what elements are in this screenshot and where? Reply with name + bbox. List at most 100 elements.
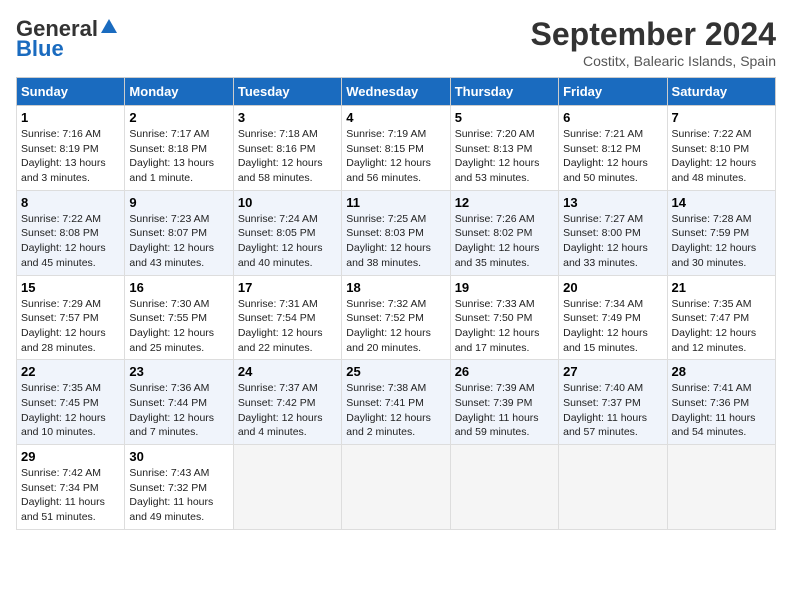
day-detail: Sunrise: 7:19 AMSunset: 8:15 PMDaylight:… (346, 128, 431, 184)
calendar-cell: 21 Sunrise: 7:35 AMSunset: 7:47 PMDayligh… (667, 275, 775, 360)
day-number: 21 (672, 280, 771, 295)
subtitle: Costitx, Balearic Islands, Spain (531, 53, 776, 69)
calendar-cell: 2 Sunrise: 7:17 AMSunset: 8:18 PMDaylight… (125, 106, 233, 191)
day-detail: Sunrise: 7:17 AMSunset: 8:18 PMDaylight:… (129, 128, 214, 184)
calendar-cell: 18 Sunrise: 7:32 AMSunset: 7:52 PMDayligh… (342, 275, 450, 360)
day-number: 10 (238, 195, 337, 210)
week-row-1: 1 Sunrise: 7:16 AMSunset: 8:19 PMDaylight… (17, 106, 776, 191)
calendar-cell (450, 445, 558, 530)
day-number: 9 (129, 195, 228, 210)
calendar-cell: 22 Sunrise: 7:35 AMSunset: 7:45 PMDayligh… (17, 360, 125, 445)
day-detail: Sunrise: 7:29 AMSunset: 7:57 PMDaylight:… (21, 298, 106, 354)
day-number: 13 (563, 195, 662, 210)
calendar-cell (559, 445, 667, 530)
calendar-cell: 23Sunrise: 7:36 AMSunset: 7:44 PMDayligh… (125, 360, 233, 445)
logo-icon (99, 17, 117, 35)
day-number: 14 (672, 195, 771, 210)
calendar-cell: 20Sunrise: 7:34 AMSunset: 7:49 PMDayligh… (559, 275, 667, 360)
day-number: 20 (563, 280, 662, 295)
day-number: 22 (21, 364, 120, 379)
day-detail: Sunrise: 7:25 AMSunset: 8:03 PMDaylight:… (346, 213, 431, 269)
calendar-cell: 11 Sunrise: 7:25 AMSunset: 8:03 PMDayligh… (342, 190, 450, 275)
calendar-cell (233, 445, 341, 530)
day-number: 11 (346, 195, 445, 210)
day-detail: Sunrise: 7:43 AMSunset: 7:32 PMDaylight:… (129, 467, 213, 523)
day-detail: Sunrise: 7:33 AMSunset: 7:50 PMDaylight:… (455, 298, 540, 354)
day-number: 28 (672, 364, 771, 379)
calendar-cell: 26 Sunrise: 7:39 AMSunset: 7:39 PMDayligh… (450, 360, 558, 445)
col-header-tuesday: Tuesday (233, 78, 341, 106)
calendar-table: SundayMondayTuesdayWednesdayThursdayFrid… (16, 77, 776, 530)
week-row-4: 22 Sunrise: 7:35 AMSunset: 7:45 PMDayligh… (17, 360, 776, 445)
day-detail: Sunrise: 7:26 AMSunset: 8:02 PMDaylight:… (455, 213, 540, 269)
col-header-monday: Monday (125, 78, 233, 106)
week-row-5: 29 Sunrise: 7:42 AMSunset: 7:34 PMDayligh… (17, 445, 776, 530)
day-number: 17 (238, 280, 337, 295)
calendar-cell: 10 Sunrise: 7:24 AMSunset: 8:05 PMDayligh… (233, 190, 341, 275)
calendar-cell: 17 Sunrise: 7:31 AMSunset: 7:54 PMDayligh… (233, 275, 341, 360)
logo-blue-text: Blue (16, 36, 64, 62)
day-number: 29 (21, 449, 120, 464)
day-number: 7 (672, 110, 771, 125)
calendar-cell: 19 Sunrise: 7:33 AMSunset: 7:50 PMDayligh… (450, 275, 558, 360)
day-number: 18 (346, 280, 445, 295)
day-detail: Sunrise: 7:22 AMSunset: 8:08 PMDaylight:… (21, 213, 106, 269)
calendar-cell: 28 Sunrise: 7:41 AMSunset: 7:36 PMDayligh… (667, 360, 775, 445)
day-detail: Sunrise: 7:41 AMSunset: 7:36 PMDaylight:… (672, 382, 756, 438)
day-detail: Sunrise: 7:40 AMSunset: 7:37 PMDaylight:… (563, 382, 647, 438)
day-detail: Sunrise: 7:27 AMSunset: 8:00 PMDaylight:… (563, 213, 648, 269)
col-header-saturday: Saturday (667, 78, 775, 106)
col-header-friday: Friday (559, 78, 667, 106)
day-detail: Sunrise: 7:32 AMSunset: 7:52 PMDaylight:… (346, 298, 431, 354)
calendar-cell: 27 Sunrise: 7:40 AMSunset: 7:37 PMDayligh… (559, 360, 667, 445)
logo: General Blue (16, 16, 117, 62)
day-detail: Sunrise: 7:37 AMSunset: 7:42 PMDaylight:… (238, 382, 323, 438)
day-detail: Sunrise: 7:23 AMSunset: 8:07 PMDaylight:… (129, 213, 214, 269)
day-number: 15 (21, 280, 120, 295)
day-detail: Sunrise: 7:38 AMSunset: 7:41 PMDaylight:… (346, 382, 431, 438)
main-title: September 2024 (531, 16, 776, 53)
day-detail: Sunrise: 7:35 AMSunset: 7:45 PMDaylight:… (21, 382, 106, 438)
calendar-cell: 29 Sunrise: 7:42 AMSunset: 7:34 PMDayligh… (17, 445, 125, 530)
calendar-cell: 8 Sunrise: 7:22 AMSunset: 8:08 PMDaylight… (17, 190, 125, 275)
week-row-2: 8 Sunrise: 7:22 AMSunset: 8:08 PMDaylight… (17, 190, 776, 275)
day-number: 27 (563, 364, 662, 379)
day-detail: Sunrise: 7:35 AMSunset: 7:47 PMDaylight:… (672, 298, 757, 354)
calendar-cell: 1 Sunrise: 7:16 AMSunset: 8:19 PMDaylight… (17, 106, 125, 191)
calendar-cell: 4Sunrise: 7:19 AMSunset: 8:15 PMDaylight… (342, 106, 450, 191)
day-number: 2 (129, 110, 228, 125)
day-detail: Sunrise: 7:31 AMSunset: 7:54 PMDaylight:… (238, 298, 323, 354)
day-number: 19 (455, 280, 554, 295)
header-row: SundayMondayTuesdayWednesdayThursdayFrid… (17, 78, 776, 106)
day-detail: Sunrise: 7:20 AMSunset: 8:13 PMDaylight:… (455, 128, 540, 184)
day-detail: Sunrise: 7:24 AMSunset: 8:05 PMDaylight:… (238, 213, 323, 269)
day-number: 16 (129, 280, 228, 295)
calendar-cell: 9 Sunrise: 7:23 AMSunset: 8:07 PMDaylight… (125, 190, 233, 275)
day-detail: Sunrise: 7:22 AMSunset: 8:10 PMDaylight:… (672, 128, 757, 184)
calendar-cell (342, 445, 450, 530)
col-header-sunday: Sunday (17, 78, 125, 106)
day-number: 12 (455, 195, 554, 210)
calendar-cell: 25Sunrise: 7:38 AMSunset: 7:41 PMDayligh… (342, 360, 450, 445)
day-number: 26 (455, 364, 554, 379)
col-header-thursday: Thursday (450, 78, 558, 106)
day-number: 8 (21, 195, 120, 210)
calendar-cell: 3Sunrise: 7:18 AMSunset: 8:16 PMDaylight… (233, 106, 341, 191)
title-block: September 2024 Costitx, Balearic Islands… (531, 16, 776, 69)
day-number: 1 (21, 110, 120, 125)
day-detail: Sunrise: 7:42 AMSunset: 7:34 PMDaylight:… (21, 467, 105, 523)
calendar-cell: 15 Sunrise: 7:29 AMSunset: 7:57 PMDayligh… (17, 275, 125, 360)
day-detail: Sunrise: 7:16 AMSunset: 8:19 PMDaylight:… (21, 128, 106, 184)
calendar-cell: 30Sunrise: 7:43 AMSunset: 7:32 PMDayligh… (125, 445, 233, 530)
calendar-cell: 5 Sunrise: 7:20 AMSunset: 8:13 PMDaylight… (450, 106, 558, 191)
week-row-3: 15 Sunrise: 7:29 AMSunset: 7:57 PMDayligh… (17, 275, 776, 360)
calendar-cell: 14 Sunrise: 7:28 AMSunset: 7:59 PMDayligh… (667, 190, 775, 275)
calendar-cell: 7 Sunrise: 7:22 AMSunset: 8:10 PMDaylight… (667, 106, 775, 191)
day-number: 6 (563, 110, 662, 125)
day-detail: Sunrise: 7:28 AMSunset: 7:59 PMDaylight:… (672, 213, 757, 269)
day-number: 5 (455, 110, 554, 125)
day-detail: Sunrise: 7:21 AMSunset: 8:12 PMDaylight:… (563, 128, 648, 184)
calendar-cell: 13 Sunrise: 7:27 AMSunset: 8:00 PMDayligh… (559, 190, 667, 275)
day-detail: Sunrise: 7:39 AMSunset: 7:39 PMDaylight:… (455, 382, 539, 438)
page-header: General Blue September 2024 Costitx, Bal… (16, 16, 776, 69)
